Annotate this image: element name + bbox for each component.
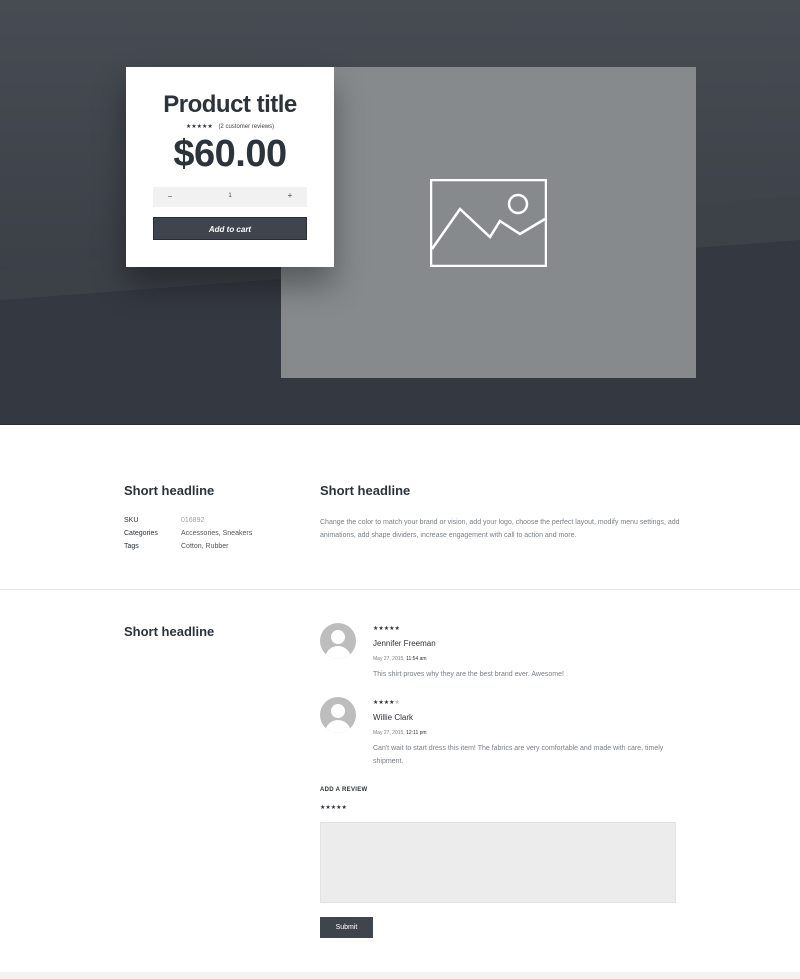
meta-key: Tags bbox=[124, 543, 139, 550]
review-textarea[interactable] bbox=[320, 822, 676, 903]
meta-row-sku: SKU 016892 bbox=[124, 517, 324, 530]
review-stars-filled: ★★★★ bbox=[373, 700, 395, 706]
quantity-stepper: − 1 + bbox=[153, 187, 307, 207]
product-description: Change the color to match your brand or … bbox=[320, 519, 680, 539]
image-placeholder-icon bbox=[430, 179, 547, 267]
meta-row-tags: Tags Cotton, Rubber bbox=[124, 543, 324, 556]
product-title: Product title bbox=[163, 91, 297, 118]
submit-button[interactable]: Submit bbox=[320, 917, 373, 938]
footer-strip bbox=[0, 972, 800, 979]
user-avatar-icon bbox=[320, 623, 356, 659]
product-meta: SKU 016892 Categories Accessories, Sneak… bbox=[124, 517, 324, 556]
review-date-day: May 27, 2015, bbox=[373, 730, 405, 736]
section-divider bbox=[0, 589, 800, 590]
add-review-label: ADD A REVIEW bbox=[320, 787, 368, 793]
meta-row-categories: Categories Accessories, Sneakers bbox=[124, 530, 324, 543]
review-stars-empty: ★ bbox=[394, 700, 400, 706]
meta-value-link[interactable]: Accessories, Sneakers bbox=[181, 530, 252, 537]
review-date-time: 12:11 pm bbox=[406, 730, 427, 736]
meta-key: SKU bbox=[124, 517, 139, 524]
reviews-count-link[interactable]: (2 customer reviews) bbox=[218, 124, 274, 130]
description-headline: Short headline bbox=[320, 483, 411, 498]
review-date-time: 11:54 am bbox=[406, 656, 427, 662]
details-headline: Short headline bbox=[124, 483, 215, 498]
product-card: Product title ★★★★★ (2 customer reviews)… bbox=[126, 67, 334, 267]
product-rating: ★★★★★ (2 customer reviews) bbox=[126, 123, 334, 130]
user-avatar-icon bbox=[320, 697, 356, 733]
meta-value-link[interactable]: Cotton, Rubber bbox=[181, 543, 228, 550]
add-to-cart-button[interactable]: Add to cart bbox=[153, 217, 307, 240]
review-stars: ★★★★★ bbox=[373, 699, 400, 706]
product-price: $60.00 bbox=[173, 133, 287, 175]
review-date-day: May 27, 2015, bbox=[373, 656, 405, 662]
plus-icon[interactable]: + bbox=[285, 191, 295, 200]
review-text: Can't wait to start dress this item! The… bbox=[373, 745, 664, 765]
meta-key: Categories bbox=[124, 530, 158, 537]
meta-value: 016892 bbox=[181, 517, 205, 524]
quantity-value[interactable]: 1 bbox=[223, 193, 237, 199]
reviews-headline: Short headline bbox=[124, 624, 215, 639]
review-stars: ★★★★★ bbox=[373, 626, 400, 632]
review-author: Jennifer Freeman bbox=[373, 639, 436, 648]
review-text: This shirt proves why they are the best … bbox=[373, 671, 564, 678]
review-author: Willie Clark bbox=[373, 713, 413, 722]
hero-bottom-line bbox=[0, 424, 800, 425]
review-date: May 27, 2015, 11:54 am bbox=[373, 656, 427, 662]
rating-stars: ★★★★★ bbox=[185, 124, 213, 130]
review-rating-input[interactable]: ★★★★★ bbox=[320, 804, 347, 811]
minus-icon[interactable]: − bbox=[165, 192, 175, 201]
review-date: May 27, 2015, 12:11 pm bbox=[373, 730, 427, 736]
